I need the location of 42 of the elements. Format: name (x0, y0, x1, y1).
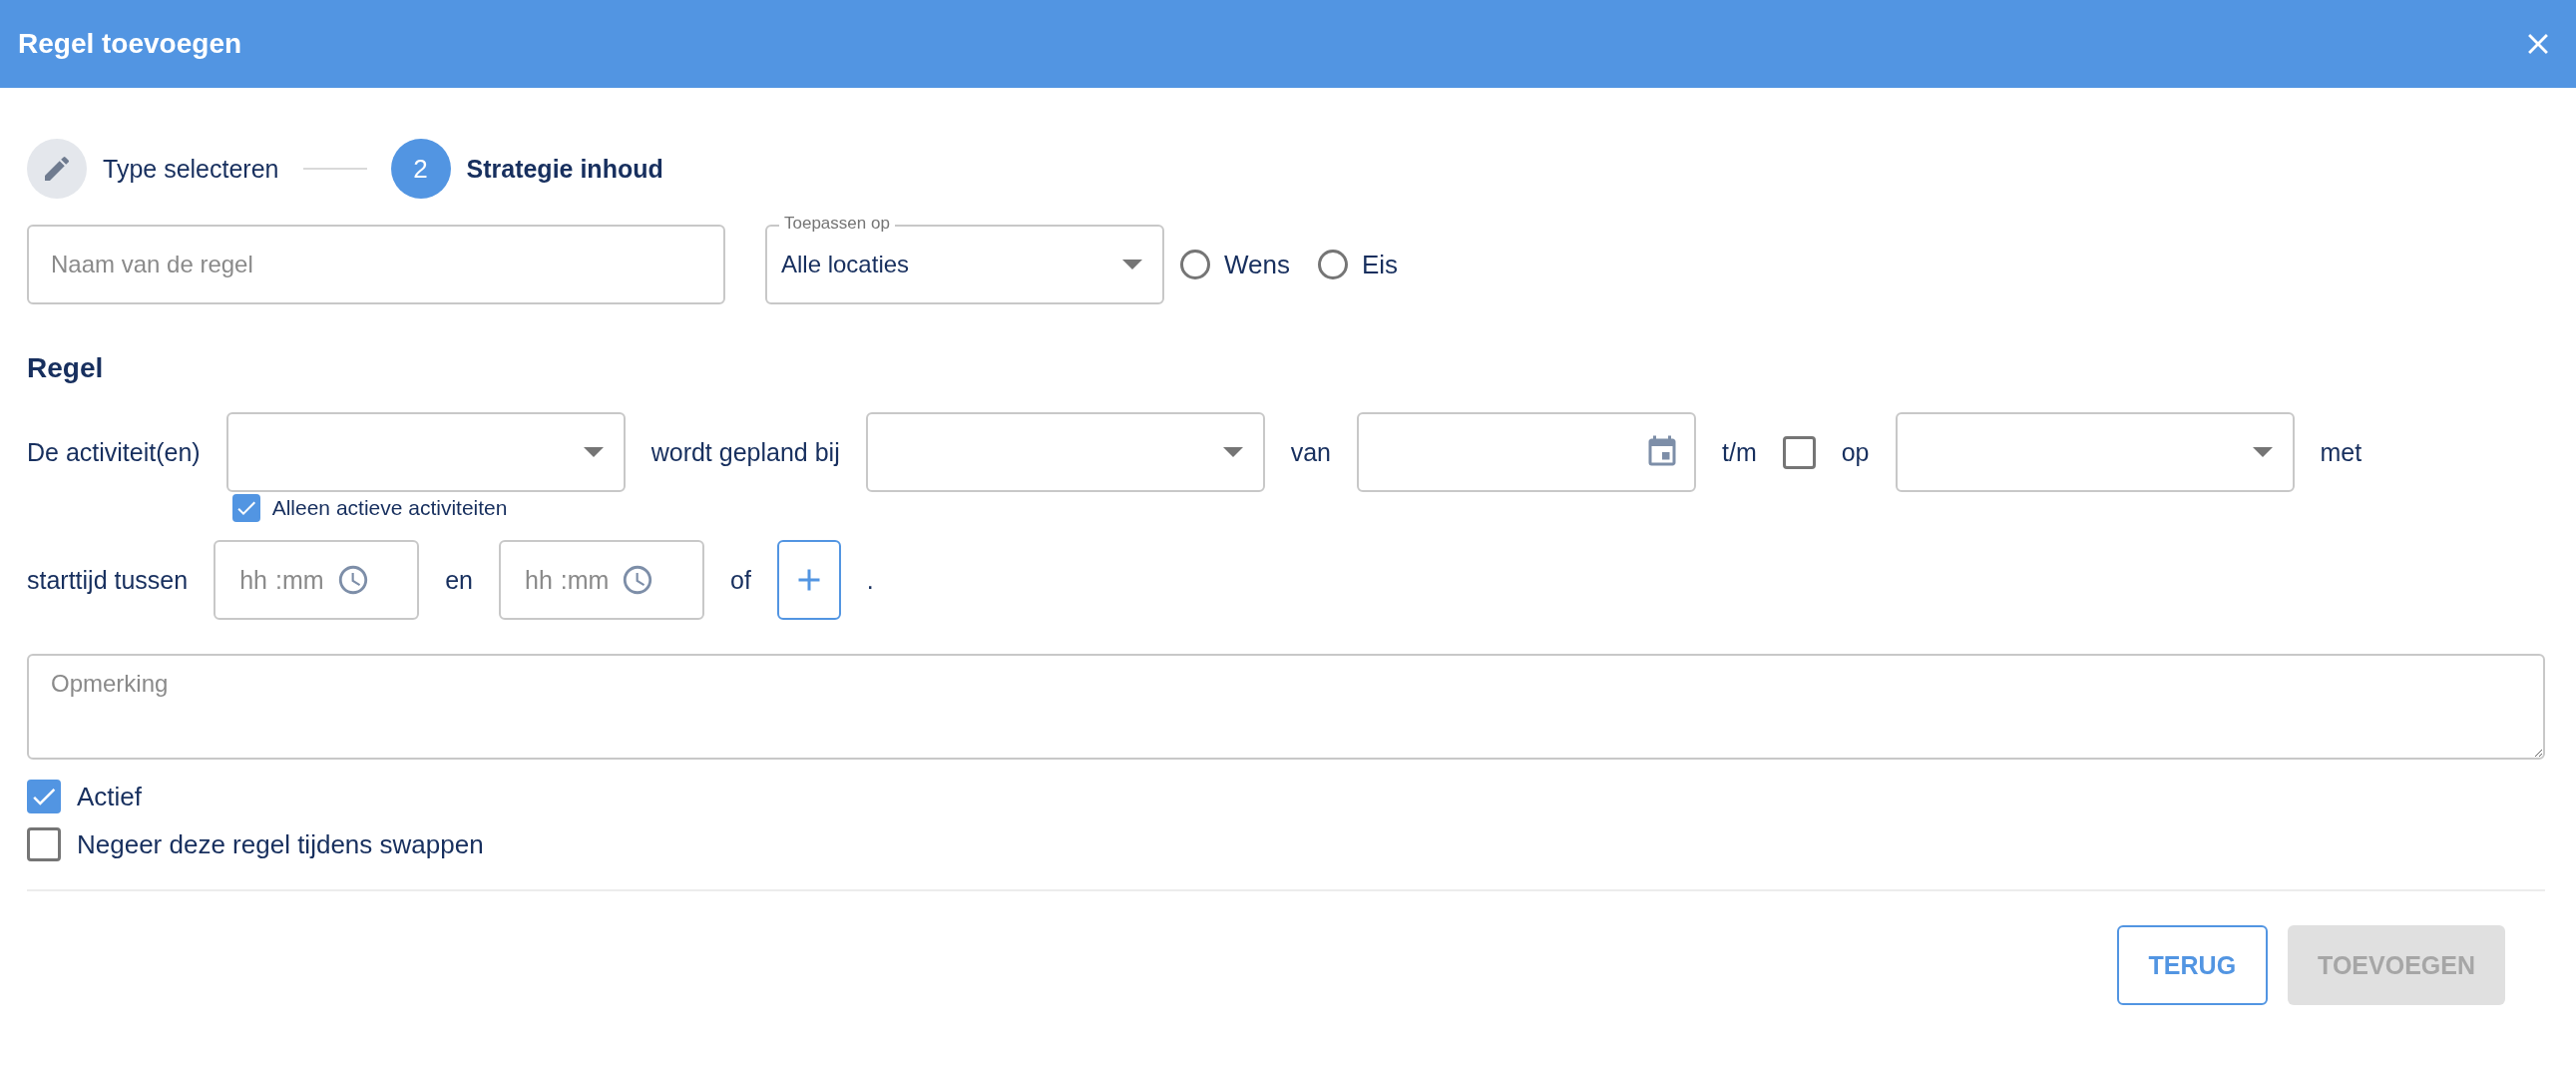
select-value: Alle locaties (781, 251, 910, 278)
rule-text: De activiteit(en) (27, 437, 201, 468)
date-field[interactable] (1357, 412, 1696, 492)
rule-text: met (2320, 437, 2362, 468)
caret-icon (1122, 260, 1142, 269)
radio-label: Eis (1362, 249, 1399, 280)
checkbox-label: Actief (77, 781, 143, 812)
step-label: Strategie inhoud (466, 154, 663, 184)
rule-text: van (1290, 437, 1331, 468)
time-field[interactable]: hh :mm (214, 540, 420, 620)
time-field[interactable]: hh :mm (499, 540, 704, 620)
rule-text: op (1841, 437, 1870, 468)
field-label: Toepassen op (779, 214, 895, 234)
rule-text: . (866, 565, 874, 596)
rule-text: en (445, 565, 473, 596)
section-title: Regel (27, 352, 105, 384)
select-field[interactable] (225, 412, 626, 492)
name-input[interactable]: Naam van de regel (27, 225, 725, 304)
rule-text: t/m (1722, 437, 1757, 468)
radio-button[interactable] (1318, 250, 1348, 279)
add-button[interactable] (776, 540, 841, 620)
rule-text: of (730, 565, 751, 596)
checkbox[interactable] (27, 827, 61, 861)
rule-text: wordt gepland bij (650, 437, 840, 468)
step-label: Type selecteren (103, 154, 279, 184)
checkbox[interactable] (1782, 435, 1816, 469)
caret-icon (2252, 447, 2273, 457)
back-button[interactable]: TERUG (2116, 925, 2269, 1005)
radio-button[interactable] (1180, 250, 1210, 279)
checkbox[interactable] (231, 494, 260, 522)
checkbox-label: Negeer deze regel tijdens swappen (77, 828, 484, 860)
select-field[interactable] (865, 412, 1265, 492)
rule-text: starttijd tussen (27, 565, 189, 596)
select-field[interactable] (1895, 412, 2295, 492)
remark-field[interactable]: Opmerking (27, 654, 2545, 760)
checkbox[interactable] (27, 780, 61, 813)
dialog-title: Regel toevoegen (18, 28, 242, 60)
checkbox-label: Alleen actieve activiteiten (271, 496, 508, 520)
caret-icon (1222, 447, 1243, 457)
radio-label: Wens (1224, 249, 1290, 280)
caret-icon (583, 447, 604, 457)
step-circle: 2 (390, 139, 451, 199)
